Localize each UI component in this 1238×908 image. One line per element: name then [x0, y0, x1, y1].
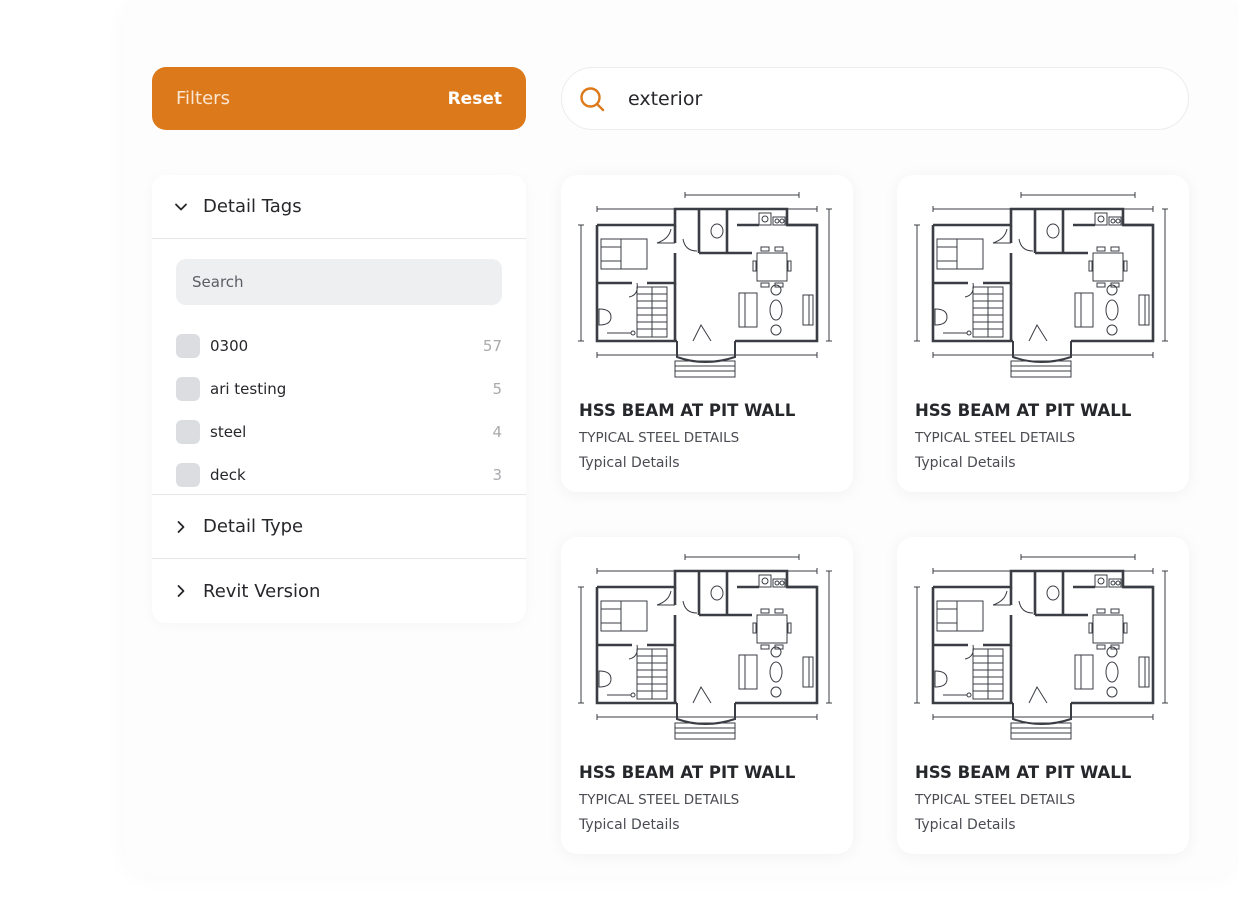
chevron-right-icon	[177, 585, 185, 597]
card-category: TYPICAL STEEL DETAILS	[915, 430, 1076, 446]
section-label: Detail Type	[203, 516, 304, 537]
card-category: TYPICAL STEEL DETAILS	[579, 430, 740, 446]
tag-label: ari testing	[210, 379, 287, 398]
tag-checkbox[interactable]	[176, 419, 200, 444]
tag-checkbox[interactable]	[176, 462, 200, 487]
tag-count: 4	[492, 422, 502, 441]
floor-plan-thumbnail	[913, 553, 1170, 741]
tag-item[interactable]: steel 4	[176, 410, 502, 453]
section-label: Revit Version	[203, 580, 321, 602]
detail-card[interactable]: HSS BEAM AT PIT WALL TYPICAL STEEL DETAI…	[897, 537, 1189, 854]
tag-checkbox[interactable]	[176, 333, 200, 358]
floor-plan-thumbnail	[577, 553, 834, 741]
card-subcategory: Typical Details	[579, 455, 680, 471]
section-detail-type[interactable]: Detail Type	[152, 495, 526, 559]
floor-plan-thumbnail	[913, 191, 1170, 379]
tag-list: 0300 57 ari testing 5 steel 4 deck 3	[176, 324, 502, 496]
detail-card[interactable]: HSS BEAM AT PIT WALL TYPICAL STEEL DETAI…	[561, 537, 853, 854]
search-icon	[580, 86, 605, 111]
card-title: HSS BEAM AT PIT WALL	[915, 401, 1132, 420]
tag-count: 5	[492, 379, 502, 398]
tag-item[interactable]: deck 3	[176, 453, 502, 496]
tag-item[interactable]: 0300 57	[176, 324, 502, 367]
card-title: HSS BEAM AT PIT WALL	[579, 763, 796, 782]
card-subcategory: Typical Details	[915, 455, 1016, 471]
tag-label: 0300	[210, 336, 249, 355]
filters-header: Filters Reset	[152, 67, 526, 130]
card-subcategory: Typical Details	[915, 817, 1016, 833]
filter-sidebar: Detail Tags 0300 57 ari testing 5 steel …	[152, 175, 526, 623]
search-input[interactable]	[628, 87, 1148, 110]
tag-count: 57	[482, 336, 502, 355]
tag-search-input[interactable]	[176, 259, 502, 305]
floor-plan-thumbnail	[577, 191, 834, 379]
reset-button[interactable]: Reset	[448, 89, 502, 109]
card-category: TYPICAL STEEL DETAILS	[915, 792, 1076, 808]
card-category: TYPICAL STEEL DETAILS	[579, 792, 740, 808]
tag-item[interactable]: ari testing 5	[176, 367, 502, 410]
filters-title: Filters	[176, 88, 230, 109]
tag-checkbox[interactable]	[176, 376, 200, 401]
chevron-right-icon	[177, 520, 185, 533]
detail-card[interactable]: HSS BEAM AT PIT WALL TYPICAL STEEL DETAI…	[897, 175, 1189, 492]
tag-count: 3	[492, 465, 502, 484]
card-title: HSS BEAM AT PIT WALL	[915, 763, 1132, 782]
section-detail-tags[interactable]: Detail Tags	[152, 175, 526, 239]
chevron-down-icon	[175, 203, 187, 210]
section-label: Detail Tags	[203, 196, 302, 217]
search-bar[interactable]	[561, 67, 1189, 130]
detail-tags-body: 0300 57 ari testing 5 steel 4 deck 3	[152, 239, 526, 495]
detail-card[interactable]: HSS BEAM AT PIT WALL TYPICAL STEEL DETAI…	[561, 175, 853, 492]
card-title: HSS BEAM AT PIT WALL	[579, 401, 796, 420]
tag-label: steel	[210, 422, 247, 441]
section-revit-version[interactable]: Revit Version	[152, 559, 526, 623]
tag-label: deck	[210, 465, 246, 484]
card-subcategory: Typical Details	[579, 817, 680, 833]
